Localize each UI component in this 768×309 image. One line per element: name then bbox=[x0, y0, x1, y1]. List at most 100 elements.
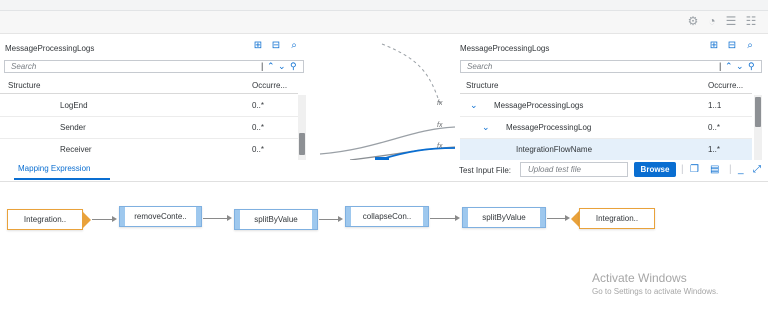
target-panel-title: MessageProcessingLogs bbox=[460, 44, 550, 53]
search-icon[interactable]: ⚲ bbox=[290, 61, 297, 72]
copy-icon[interactable]: ❐ bbox=[690, 164, 699, 176]
expand-all-icon[interactable]: ⊞ bbox=[708, 40, 720, 52]
occurrence: 0..* bbox=[252, 123, 265, 132]
node-input-port bbox=[235, 210, 240, 229]
source-search-input[interactable]: Search | ⌃ ⌄ ⚲ bbox=[4, 60, 304, 73]
source-node[interactable]: Integration.. bbox=[7, 209, 83, 230]
node-name: MessageProcessingLog bbox=[506, 123, 592, 132]
flow-arrow bbox=[92, 219, 114, 220]
source-structure-panel: MessageProcessingLogs ⊞ ⊟ ⌕ Search | ⌃ ⌄… bbox=[0, 34, 308, 161]
chevron-down-icon[interactable]: ⌄ bbox=[736, 61, 744, 72]
source-panel-title: MessageProcessingLogs bbox=[5, 44, 95, 53]
node-output-port bbox=[540, 208, 545, 227]
node-input-port bbox=[346, 207, 351, 226]
tab-mapping-expression[interactable]: Mapping Expression bbox=[18, 164, 90, 173]
table-row[interactable]: ⌄ MessageProcessingLogs 1..1 bbox=[460, 95, 752, 117]
target-node[interactable]: Integration.. bbox=[579, 208, 655, 229]
search-placeholder: Search bbox=[11, 62, 37, 71]
watermark-subtitle: Go to Settings to activate Windows. bbox=[592, 287, 719, 296]
node-input-port bbox=[120, 207, 125, 226]
flow-arrow bbox=[547, 218, 567, 219]
upload-test-file-input[interactable]: Upload test file bbox=[520, 162, 628, 177]
settings-icon[interactable]: ◔ bbox=[705, 14, 719, 28]
separator: | bbox=[681, 164, 684, 175]
node-name: IntegrationFlowName bbox=[516, 145, 593, 154]
occurrence: 0..* bbox=[252, 145, 265, 154]
target-search-input[interactable]: Search | ⌃ ⌄ ⚲ bbox=[460, 60, 762, 73]
table-row[interactable]: Receiver 0..* bbox=[0, 139, 298, 161]
table-row-selected[interactable]: IntegrationFlowName 1..* bbox=[460, 139, 752, 161]
table-row[interactable]: Sender 0..* bbox=[0, 117, 298, 139]
separator: | bbox=[261, 61, 264, 71]
target-scrollbar[interactable] bbox=[754, 95, 762, 160]
document-icon[interactable]: ▤ bbox=[710, 164, 719, 176]
collapse-all-icon[interactable]: ⊟ bbox=[270, 40, 282, 52]
clear-filter-icon[interactable]: ☷ bbox=[744, 14, 758, 28]
column-header-structure: Structure bbox=[8, 81, 41, 90]
function-node-split-by-value[interactable]: splitByValue bbox=[234, 209, 318, 230]
node-output-port bbox=[312, 210, 317, 229]
function-node-remove-context[interactable]: removeConte.. bbox=[119, 206, 202, 227]
upload-placeholder: Upload test file bbox=[528, 165, 581, 174]
arrow-head bbox=[455, 215, 460, 221]
target-structure-panel: MessageProcessingLogs ⊞ ⊟ ⌕ Search | ⌃ ⌄… bbox=[458, 34, 764, 161]
function-marker[interactable]: fx bbox=[437, 122, 442, 129]
separator: | bbox=[719, 61, 722, 71]
expand-all-icon[interactable]: ⊞ bbox=[252, 40, 264, 52]
function-node-split-by-value[interactable]: splitByValue bbox=[462, 207, 546, 228]
chevron-down-icon[interactable]: ⌄ bbox=[278, 61, 286, 72]
mapping-pane-header: Mapping Expression Test Input File: Uplo… bbox=[0, 160, 768, 182]
source-table-header: Structure Occurre... bbox=[0, 76, 298, 94]
occurrence: 0..* bbox=[252, 101, 265, 110]
lines-icon[interactable]: ☰ bbox=[724, 14, 738, 28]
function-marker[interactable]: fx bbox=[437, 100, 442, 107]
function-marker[interactable]: fx bbox=[437, 143, 442, 150]
node-label: splitByValue bbox=[482, 213, 526, 222]
node-output-port bbox=[423, 207, 428, 226]
occurrence: 1..* bbox=[708, 145, 721, 154]
target-node-pointer bbox=[571, 211, 579, 227]
scrollbar-thumb[interactable] bbox=[755, 97, 761, 127]
gear-icon[interactable]: ⚙ bbox=[686, 14, 700, 28]
mapping-connections bbox=[319, 43, 456, 160]
collapse-all-icon[interactable]: ⊟ bbox=[726, 40, 738, 52]
top-strip bbox=[0, 0, 768, 11]
connection-line bbox=[319, 126, 456, 155]
binoculars-icon[interactable]: ⌕ bbox=[288, 40, 300, 52]
search-placeholder: Search bbox=[467, 62, 493, 71]
chevron-up-icon[interactable]: ⌃ bbox=[725, 61, 733, 72]
arrow-head bbox=[227, 215, 232, 221]
occurrence: 0..* bbox=[708, 123, 721, 132]
column-header-occurrence: Occurre... bbox=[252, 81, 288, 90]
arrow-head bbox=[338, 216, 343, 222]
watermark-title: Activate Windows bbox=[592, 271, 687, 285]
browse-button[interactable]: Browse bbox=[634, 162, 676, 177]
node-name: Receiver bbox=[60, 145, 92, 154]
column-header-structure: Structure bbox=[466, 81, 499, 90]
node-label: Integration.. bbox=[23, 215, 67, 224]
minimize-icon[interactable]: _ bbox=[738, 164, 744, 176]
node-label: Integration.. bbox=[595, 214, 639, 223]
fullscreen-icon[interactable]: ⤢ bbox=[753, 164, 761, 176]
flow-arrow bbox=[203, 218, 229, 219]
target-table-header: Structure Occurre... bbox=[460, 76, 752, 94]
chevron-down-icon[interactable]: ⌄ bbox=[482, 122, 490, 133]
connection-dashed bbox=[381, 43, 441, 105]
node-name: MessageProcessingLogs bbox=[494, 101, 584, 110]
node-output-port bbox=[196, 207, 201, 226]
binoculars-icon[interactable]: ⌕ bbox=[744, 40, 756, 52]
test-input-label: Test Input File: bbox=[459, 166, 512, 175]
node-label: removeConte.. bbox=[134, 212, 187, 221]
arrow-head bbox=[565, 215, 570, 221]
occurrence: 1..1 bbox=[708, 101, 722, 110]
table-row[interactable]: LogEnd 0..* bbox=[0, 95, 298, 117]
separator: | bbox=[729, 164, 732, 175]
table-row[interactable]: ⌄ MessageProcessingLog 0..* bbox=[460, 117, 752, 139]
chevron-up-icon[interactable]: ⌃ bbox=[267, 61, 275, 72]
function-node-collapse-contexts[interactable]: collapseCon.. bbox=[345, 206, 429, 227]
node-name: Sender bbox=[60, 123, 86, 132]
chevron-down-icon[interactable]: ⌄ bbox=[470, 100, 478, 111]
flow-arrow bbox=[319, 219, 340, 220]
search-icon[interactable]: ⚲ bbox=[748, 61, 755, 72]
tab-indicator bbox=[14, 178, 110, 180]
